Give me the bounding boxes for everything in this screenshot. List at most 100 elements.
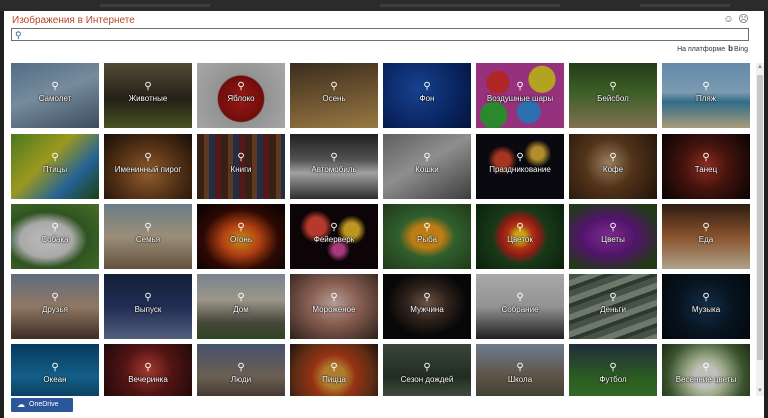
search-icon: ⚲ [516, 152, 524, 163]
category-tile[interactable]: ⚲ Дом [197, 274, 285, 339]
cloud-icon: ☁ [17, 400, 25, 409]
category-label: Танец [694, 165, 718, 174]
category-tile[interactable]: ⚲ Животные [104, 63, 192, 128]
category-tile[interactable]: ⚲ Весенние цветы [662, 344, 750, 396]
search-icon: ⚲ [144, 292, 152, 303]
category-tile[interactable]: ⚲ Бейсбол [569, 63, 657, 128]
category-label: Пицца [322, 375, 346, 384]
category-tile[interactable]: ⚲ Кофе [569, 134, 657, 199]
category-tile[interactable]: ⚲ Выпуск [104, 274, 192, 339]
category-tile[interactable]: ⚲ Книги [197, 134, 285, 199]
search-icon: ⚲ [609, 222, 617, 233]
category-tile[interactable]: ⚲ Мороженое [290, 274, 378, 339]
frown-feedback-icon[interactable]: ☹ [738, 14, 749, 25]
category-label: Школа [507, 375, 533, 384]
category-tile[interactable]: ⚲ Вечеринка [104, 344, 192, 396]
category-tile[interactable]: ⚲ Собака [11, 204, 99, 269]
category-tile[interactable]: ⚲ Цветы [569, 204, 657, 269]
search-icon: ⚲ [144, 222, 152, 233]
category-tile[interactable]: ⚲ Океан [11, 344, 99, 396]
onedrive-button[interactable]: ☁ OneDrive [11, 398, 73, 412]
smiley-feedback-icon[interactable]: ☺ [723, 14, 734, 25]
dialog-title: Изображения в Интернете [12, 15, 135, 26]
search-icon: ⚲ [516, 222, 524, 233]
category-tile[interactable]: ⚲ Огонь [197, 204, 285, 269]
search-icon: ⚲ [330, 292, 338, 303]
category-label: Футбол [599, 375, 627, 384]
category-tile[interactable]: ⚲ Самолет [11, 63, 99, 128]
category-label: Фейерверк [313, 235, 355, 244]
category-tile[interactable]: ⚲ Люди [197, 344, 285, 396]
category-label: Праздникование [489, 165, 551, 174]
search-icon: ⚲ [609, 292, 617, 303]
category-tile[interactable]: ⚲ Осень [290, 63, 378, 128]
category-tile[interactable]: ⚲ Собрание [476, 274, 564, 339]
category-label: Огонь [230, 235, 252, 244]
bing-logo-icon: b [728, 44, 733, 53]
scroll-up-arrow-icon[interactable]: ▲ [756, 63, 764, 72]
category-tile[interactable]: ⚲ Праздникование [476, 134, 564, 199]
category-label: Яблоко [227, 94, 255, 103]
category-tile[interactable]: ⚲ Кошки [383, 134, 471, 199]
category-tile[interactable]: ⚲ Воздушные шары [476, 63, 564, 128]
search-icon: ⚲ [609, 152, 617, 163]
category-tile[interactable]: ⚲ Пицца [290, 344, 378, 396]
category-tile[interactable]: ⚲ Автомобиль [290, 134, 378, 199]
search-icon: ⚲ [144, 152, 152, 163]
category-tile[interactable]: ⚲ Именинный пирог [104, 134, 192, 199]
category-label: Осень [322, 94, 346, 103]
category-label: Семья [135, 235, 161, 244]
category-tile[interactable]: ⚲ Музыка [662, 274, 750, 339]
category-label: Выпуск [134, 305, 162, 314]
vertical-scrollbar[interactable]: ▲ ▼ [756, 63, 764, 396]
category-label: Деньги [600, 305, 626, 314]
category-tile[interactable]: ⚲ Танец [662, 134, 750, 199]
search-icon: ⚲ [51, 152, 59, 163]
category-tile[interactable]: ⚲ Школа [476, 344, 564, 396]
category-tile[interactable]: ⚲ Друзья [11, 274, 99, 339]
category-tile[interactable]: ⚲ Рыба [383, 204, 471, 269]
category-label: Весенние цветы [675, 375, 737, 384]
search-icon: ⚲ [237, 292, 245, 303]
search-icon: ⚲ [330, 362, 338, 373]
search-icon: ⚲ [144, 362, 152, 373]
category-tile[interactable]: ⚲ Сезон дождей [383, 344, 471, 396]
category-tile[interactable]: ⚲ Фон [383, 63, 471, 128]
search-icon: ⚲ [702, 152, 710, 163]
category-label: Мороженое [312, 305, 356, 314]
background-edge-right [764, 11, 768, 418]
search-input[interactable] [28, 29, 743, 40]
scroll-thumb[interactable] [757, 75, 763, 360]
category-tile[interactable]: ⚲ Футбол [569, 344, 657, 396]
top-strip-segment [100, 4, 210, 7]
category-label: Кофе [602, 165, 624, 174]
category-tile[interactable]: ⚲ Семья [104, 204, 192, 269]
scroll-down-arrow-icon[interactable]: ▼ [756, 387, 764, 396]
search-box[interactable]: ⚲ [11, 28, 749, 41]
category-label: Фон [419, 94, 435, 103]
category-label: Животные [128, 94, 168, 103]
category-label: Музыка [691, 305, 721, 314]
bing-label: Bing [733, 46, 748, 53]
search-icon: ⚲ [51, 81, 59, 92]
category-tile[interactable]: ⚲ Пляж [662, 63, 750, 128]
category-label: Цветок [507, 235, 533, 244]
category-tile[interactable]: ⚲ Мужчина [383, 274, 471, 339]
search-icon: ⚲ [15, 30, 22, 40]
category-tile[interactable]: ⚲ Фейерверк [290, 204, 378, 269]
category-label: Книги [230, 165, 252, 174]
top-strip-segment [380, 4, 560, 7]
category-label: Собрание [501, 305, 539, 314]
search-icon: ⚲ [702, 222, 710, 233]
search-icon: ⚲ [330, 152, 338, 163]
search-icon: ⚲ [330, 81, 338, 92]
category-tile[interactable]: ⚲ Деньги [569, 274, 657, 339]
category-tile[interactable]: ⚲ Яблоко [197, 63, 285, 128]
search-icon: ⚲ [609, 81, 617, 92]
search-icon: ⚲ [423, 362, 431, 373]
search-icon: ⚲ [237, 362, 245, 373]
category-label: Океан [43, 375, 67, 384]
category-tile[interactable]: ⚲ Птицы [11, 134, 99, 199]
category-tile[interactable]: ⚲ Еда [662, 204, 750, 269]
category-tile[interactable]: ⚲ Цветок [476, 204, 564, 269]
